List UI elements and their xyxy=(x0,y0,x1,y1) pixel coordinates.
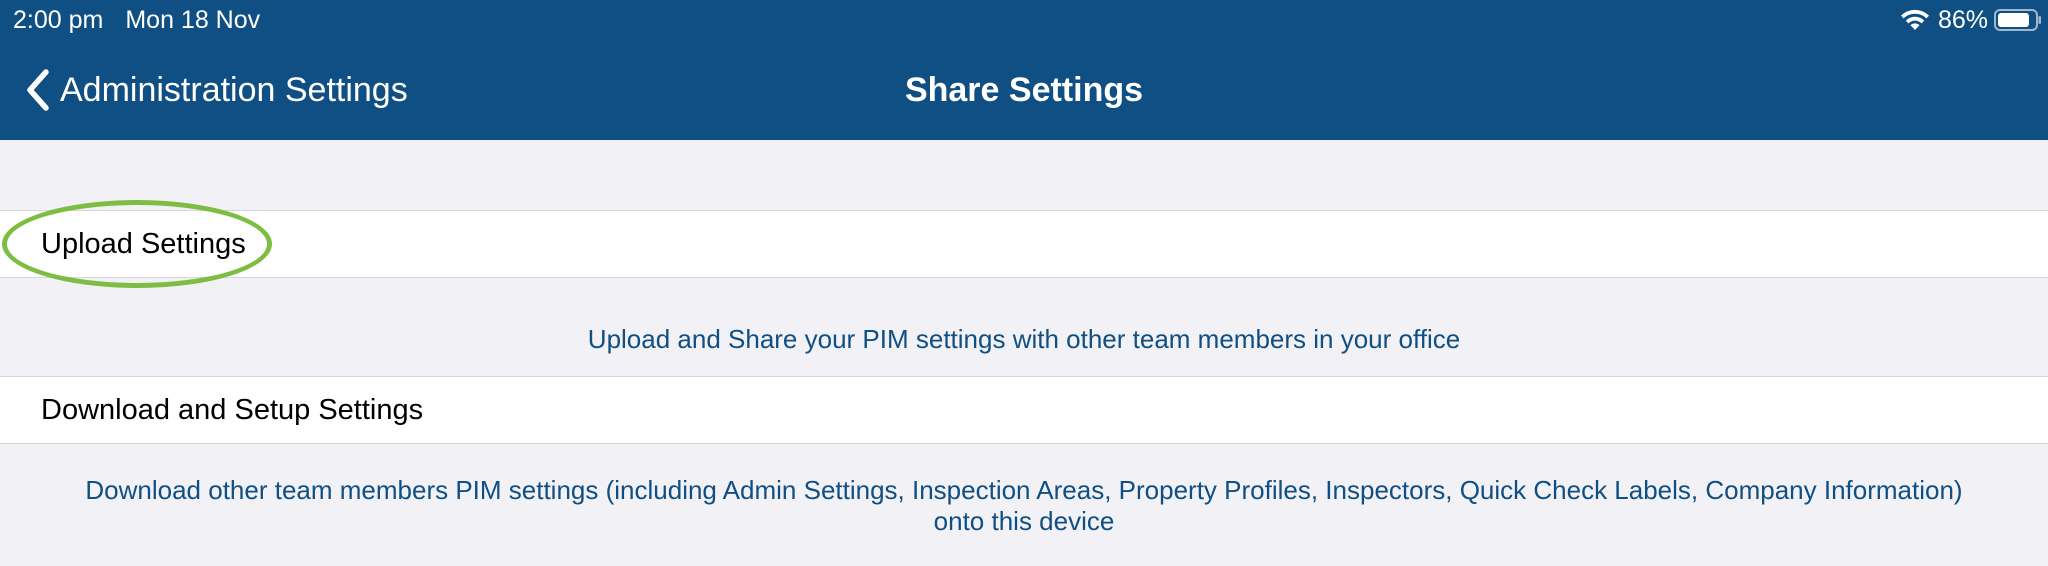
upload-settings-description: Upload and Share your PIM settings with … xyxy=(587,324,1461,354)
status-bar-right: 86% xyxy=(1898,4,2042,36)
status-time: 2:00 pm xyxy=(13,6,104,34)
download-settings-label: Download and Setup Settings xyxy=(41,394,424,426)
chevron-left-icon xyxy=(27,69,49,111)
battery-icon xyxy=(1994,9,2041,31)
status-bar-left: 2:00 pm Mon 18 Nov xyxy=(13,4,260,36)
upload-settings-label: Upload Settings xyxy=(41,228,246,260)
download-settings-row[interactable]: Download and Setup Settings xyxy=(0,376,2048,444)
status-date: Mon 18 Nov xyxy=(125,6,261,34)
battery-percent: 86% xyxy=(1937,5,1988,34)
app-header: 2:00 pm Mon 18 Nov 86% Share Settings Adm… xyxy=(0,0,2048,140)
back-button-label: Administration Settings xyxy=(60,70,408,109)
back-button[interactable]: Administration Settings xyxy=(22,66,408,114)
wifi-icon xyxy=(1900,9,1929,30)
download-settings-description: Download other team members PIM settings… xyxy=(85,475,1963,536)
upload-settings-row[interactable]: Upload Settings xyxy=(0,210,2048,278)
